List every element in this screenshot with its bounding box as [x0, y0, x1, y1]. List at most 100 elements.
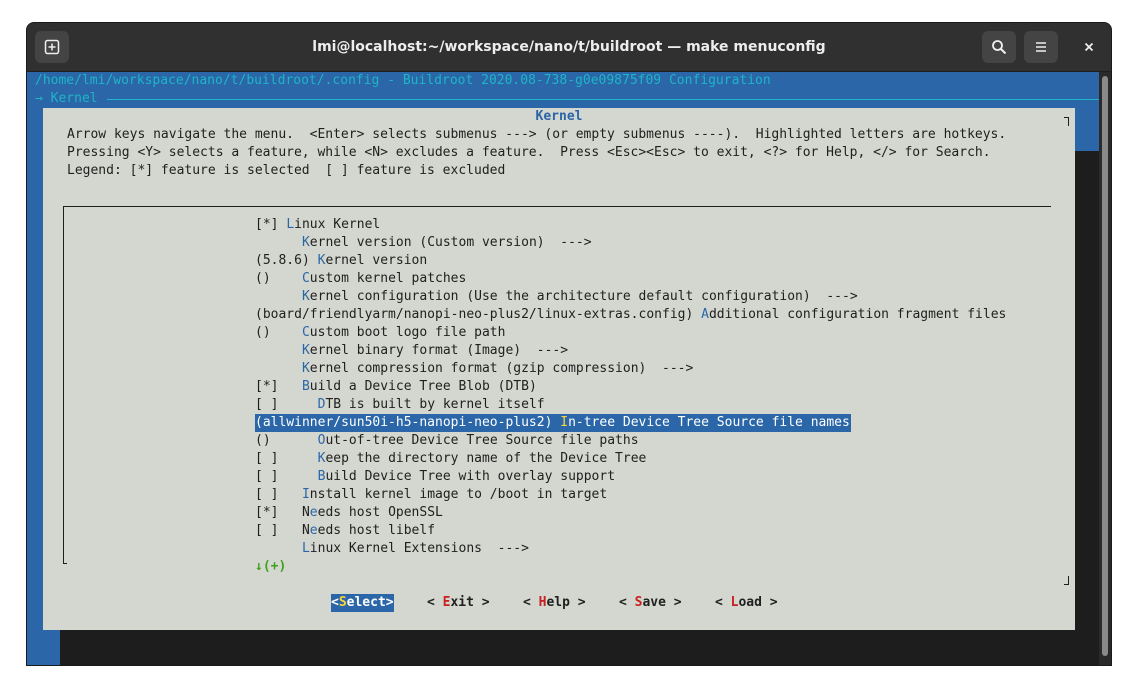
menu-item-hotkey: K — [301, 343, 310, 358]
menu-item-label: inux Kernel — [294, 217, 381, 232]
menu-item-label: uild a Device Tree Blob (DTB) — [309, 379, 537, 394]
menu-item-hotkey: C — [301, 325, 310, 340]
button-label: elect> — [346, 595, 394, 610]
menu-item[interactable]: Kernel version (Custom version) ---> — [255, 234, 593, 252]
menu-item-hotkey: I — [560, 415, 569, 430]
menu-item-prefix: [ ] — [255, 487, 302, 502]
menu-item[interactable]: [ ] Build Device Tree with overlay suppo… — [255, 468, 616, 486]
menu-item-hotkey: K — [301, 289, 310, 304]
menu-item-hotkey: K — [301, 361, 310, 376]
button-bracket: < — [427, 595, 443, 610]
button-label: xit > — [450, 595, 490, 610]
terminal-window: lmi@localhost:~/workspace/nano/t/buildro… — [26, 22, 1112, 666]
menu-item-label: ernel binary format (Image) ---> — [309, 343, 569, 358]
menu-item-label: ernel version (Custom version) ---> — [309, 235, 592, 250]
menu-box-border — [63, 206, 64, 564]
menu-item[interactable]: () Custom kernel patches — [255, 270, 467, 288]
save-button[interactable]: < Save > — [619, 594, 682, 612]
button-label: oad > — [738, 595, 778, 610]
menu-item-hotkey: I — [301, 487, 310, 502]
close-button[interactable] — [1072, 31, 1106, 63]
menu-item[interactable]: Kernel compression format (gzip compress… — [255, 360, 694, 378]
menu-box-border — [63, 563, 67, 564]
menu-item-label: dditional configuration fragment files — [708, 307, 1007, 322]
scrollbar[interactable] — [1099, 72, 1111, 665]
menu-item-label: nstall kernel image to /boot in target — [309, 487, 608, 502]
menu-item[interactable]: [*] Needs host OpenSSL — [255, 504, 444, 522]
menu-item[interactable]: Kernel configuration (Use the architectu… — [255, 288, 859, 306]
window-title: lmi@localhost:~/workspace/nano/t/buildro… — [312, 39, 826, 55]
menu-item[interactable]: [ ] DTB is built by kernel itself — [255, 396, 546, 414]
menu-item-label: inux Kernel Extensions ---> — [309, 541, 529, 556]
menu-item-hotkey: L — [286, 217, 295, 232]
help-button[interactable]: < Help > — [523, 594, 586, 612]
search-button[interactable] — [982, 31, 1016, 63]
load-button[interactable]: < Load > — [715, 594, 778, 612]
menu-item[interactable]: (board/friendlyarm/nanopi-neo-plus2/linu… — [255, 306, 1007, 324]
menu-item-prefix: [ ] — [255, 451, 318, 466]
menu-item[interactable]: [*] Linux Kernel — [255, 216, 381, 234]
button-bracket: < — [715, 595, 731, 610]
menu-item-prefix: [ ] — [255, 397, 318, 412]
button-bracket: < — [523, 595, 539, 610]
button-hotkey: S — [338, 595, 347, 610]
menu-item-prefix: (5.8.6) — [255, 253, 318, 268]
menu-item-hotkey: e — [309, 523, 318, 538]
menu-item-hotkey: K — [301, 235, 310, 250]
legend-line: Legend: [*] feature is selected [ ] feat… — [67, 163, 506, 178]
title-bar: lmi@localhost:~/workspace/nano/t/buildro… — [27, 23, 1111, 72]
menu-item-label: n-tree Device Tree Source file names — [568, 415, 850, 430]
menu-item-prefix: [*] — [255, 217, 287, 232]
menu-item-prefix — [255, 361, 302, 376]
menu-item-label: ernel configuration (Use the architectur… — [309, 289, 858, 304]
menu-box-border — [63, 206, 1051, 207]
menu-item-prefix: [*] N — [255, 505, 310, 520]
menu-button[interactable] — [1024, 31, 1058, 63]
search-icon — [992, 40, 1007, 55]
breadcrumb-rule — [107, 99, 1101, 100]
menu-item-prefix — [255, 235, 302, 250]
button-bracket: < — [619, 595, 635, 610]
help-line: Arrow keys navigate the menu. <Enter> se… — [67, 127, 1007, 142]
hamburger-menu-icon — [1036, 42, 1046, 52]
menu-item-prefix: () — [255, 271, 302, 286]
dialog-title: Kernel — [535, 109, 583, 124]
menu-item-prefix: (allwinner/sun50i-h5-nanopi-neo-plus2) — [255, 415, 561, 430]
menu-item-label: ernel version — [325, 253, 428, 268]
menu-item[interactable]: Linux Kernel Extensions ---> — [255, 540, 530, 558]
menu-item-prefix — [255, 541, 302, 556]
menu-item-label: TB is built by kernel itself — [325, 397, 545, 412]
config-header: /home/lmi/workspace/nano/t/buildroot/.co… — [35, 73, 771, 88]
terminal-area[interactable]: /home/lmi/workspace/nano/t/buildroot/.co… — [27, 72, 1101, 665]
menu-item-label: ustom boot logo file path — [309, 325, 506, 340]
menu-item[interactable]: () Custom boot logo file path — [255, 324, 506, 342]
menu-item-prefix: [ ] — [255, 469, 318, 484]
menu-item-prefix — [255, 289, 302, 304]
scrollbar-thumb[interactable] — [1102, 76, 1108, 656]
menu-item-hotkey: B — [301, 379, 310, 394]
menu-item[interactable]: [ ] Install kernel image to /boot in tar… — [255, 486, 608, 504]
menu-item-label: ustom kernel patches — [309, 271, 467, 286]
menu-item[interactable]: Kernel binary format (Image) ---> — [255, 342, 569, 360]
dialog-corner — [1064, 117, 1069, 126]
menu-item-prefix: [ ] N — [255, 523, 310, 538]
menu-item-selected[interactable]: (allwinner/sun50i-h5-nanopi-neo-plus2) I… — [255, 414, 851, 432]
more-items-indicator: ↓(+) — [255, 559, 287, 574]
menu-item[interactable]: [ ] Keep the directory name of the Devic… — [255, 450, 647, 468]
menu-item[interactable]: () Out-of-tree Device Tree Source file p… — [255, 432, 640, 450]
menu-item-hotkey: L — [301, 541, 310, 556]
menu-item-label: uild Device Tree with overlay support — [325, 469, 616, 484]
menu-item-prefix: () — [255, 433, 318, 448]
menu-item-hotkey: A — [701, 307, 709, 322]
menu-item[interactable]: (5.8.6) Kernel version — [255, 252, 428, 270]
menu-item-label: eds host libelf — [317, 523, 436, 538]
menu-item-label: ernel compression format (gzip compressi… — [309, 361, 694, 376]
menu-item[interactable]: [*] Build a Device Tree Blob (DTB) — [255, 378, 538, 396]
select-button[interactable]: <Select> — [331, 594, 394, 612]
menu-item-hotkey: e — [309, 505, 318, 520]
exit-button[interactable]: < Exit > — [427, 594, 490, 612]
menu-item-label: eds host OpenSSL — [317, 505, 443, 520]
kernel-dialog: Kernel Arrow keys navigate the menu. <En… — [43, 108, 1075, 630]
button-label: ave > — [642, 595, 682, 610]
menu-item[interactable]: [ ] Needs host libelf — [255, 522, 436, 540]
